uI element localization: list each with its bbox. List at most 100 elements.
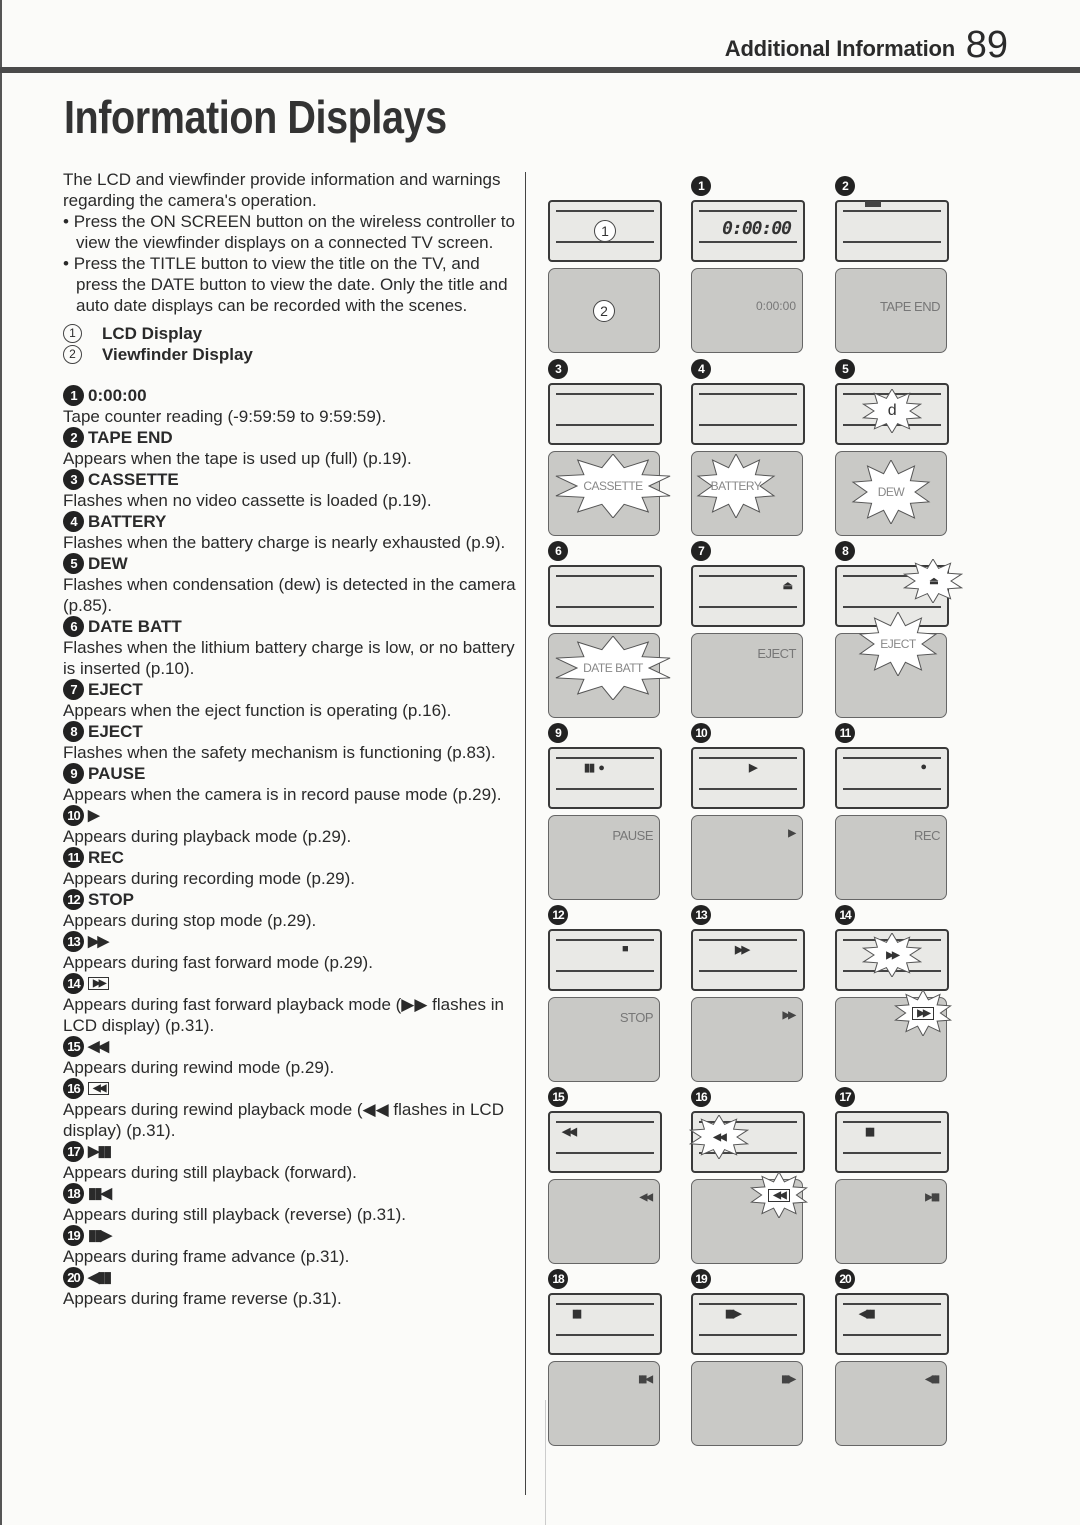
display-item-title: ◀◀	[88, 1038, 109, 1055]
lcd-panel: ▶▶	[691, 929, 805, 991]
flash-burst: d	[862, 389, 922, 433]
display-item-description: Appears during playback mode (p.29).	[63, 827, 352, 846]
number-badge-icon: 12	[548, 905, 568, 925]
number-badge-icon: 10	[63, 805, 84, 826]
viewfinder-panel: ◀▮▮	[835, 1361, 947, 1446]
display-item-title: ▶	[88, 807, 99, 824]
viewfinder-indicator: BATTERY	[696, 454, 776, 518]
text-column: The LCD and viewfinder provide informati…	[63, 169, 523, 1309]
lcd-symbol: ▶▶	[886, 949, 899, 961]
display-item-description: Appears during fast forward mode (p.29).	[63, 953, 373, 972]
display-item-title: BATTERY	[88, 512, 167, 531]
viewfinder-panel: STOP	[548, 997, 660, 1082]
legend-item-viewfinder: 2 Viewfinder Display	[63, 344, 523, 365]
diagram-cell: 14 ▶▶ ▶▶	[835, 905, 952, 1087]
viewfinder-symbol: ▶▶	[912, 1006, 934, 1020]
lcd-panel	[548, 565, 662, 627]
counter-readout: 0:00:00	[722, 218, 792, 239]
lcd-panel: 1	[548, 200, 662, 262]
viewfinder-text: EJECT	[757, 646, 796, 661]
number-badge-icon: 20	[63, 1267, 84, 1288]
viewfinder-panel: ▮▮◀	[548, 1361, 660, 1446]
lcd-line	[556, 788, 654, 790]
lcd-symbol: ▮▮	[572, 1308, 582, 1320]
lcd-symbol: ◀◀	[713, 1131, 726, 1143]
viewfinder-indicator: EJECT	[858, 612, 938, 676]
lcd-panel: d	[835, 383, 949, 445]
display-item-description: Flashes when the battery charge is nearl…	[63, 533, 506, 552]
number-badge-icon: 9	[63, 763, 84, 784]
viewfinder-panel: PAUSE	[548, 815, 660, 900]
page-number: 89	[965, 24, 1008, 66]
lcd-panel: ◀◀	[689, 1111, 805, 1173]
number-badge-icon: 7	[691, 541, 711, 561]
flash-burst: ⏏	[903, 559, 963, 603]
flash-burst: CASSETTE	[553, 454, 673, 518]
number-badge-icon: 7	[63, 679, 84, 700]
display-item-title: ▶▶	[88, 933, 109, 950]
number-badge-icon: 9	[548, 723, 568, 743]
viewfinder-text: DEW	[877, 485, 905, 499]
display-item-heading: 19 ▮▮▶	[63, 1225, 523, 1246]
bullet-text: Press the TITLE button to view the title…	[73, 254, 508, 315]
lcd-panel: ◀▮▮	[835, 1293, 949, 1355]
viewfinder-symbol: ▮▮◀	[638, 1374, 653, 1385]
viewfinder-panel: ▶▶	[691, 997, 803, 1082]
number-badge-icon: 1	[63, 385, 84, 406]
diagram-cell: 3 CASSETTE	[548, 359, 671, 541]
diagram-cell: 12 ■ STOP	[548, 905, 662, 1087]
display-item-heading: 18 ▮▮◀	[63, 1183, 523, 1204]
display-item-title: ▶▶	[88, 977, 110, 990]
viewfinder-text: REC	[914, 828, 940, 843]
display-item-description: Appears during frame advance (p.31).	[63, 1247, 350, 1266]
display-item-description: Flashes when no video cassette is loaded…	[63, 491, 432, 510]
display-item-list: 1 0:00:00 Tape counter reading (-9:59:59 t…	[63, 385, 523, 1309]
flash-burst: DATE BATT	[553, 636, 673, 700]
lcd-line	[699, 757, 797, 759]
diagram-legend-cell: 12	[548, 178, 662, 358]
viewfinder-symbol: ◀◀	[639, 1192, 653, 1203]
viewfinder-symbol: ▶▶	[782, 1010, 796, 1021]
lcd-indicator: ◀◀	[689, 1115, 749, 1159]
viewfinder-text: TAPE END	[879, 299, 941, 314]
display-item-description: Appears during stop mode (p.29).	[63, 911, 317, 930]
lcd-panel: ■	[548, 929, 662, 991]
lcd-line	[843, 1334, 941, 1336]
lcd-symbol: ●	[920, 761, 927, 773]
display-item-heading: 2 TAPE END	[63, 427, 523, 448]
display-item-heading: 11 REC	[63, 847, 523, 868]
intro-bullet: • Press the TITLE button to view the tit…	[63, 254, 508, 315]
viewfinder-panel: EJECT	[691, 633, 803, 718]
number-badge-icon: 4	[63, 511, 84, 532]
lcd-symbol: ▮▮ ●	[584, 762, 605, 774]
number-badge-icon: 2	[63, 427, 84, 448]
display-item-description: Appears during rewind playback mode (◀◀ …	[63, 1100, 504, 1140]
number-badge-icon: 18	[63, 1183, 84, 1204]
flash-burst: ◀◀	[689, 1115, 749, 1159]
lcd-line	[843, 1152, 941, 1154]
lcd-panel: ▮▮ ●	[548, 747, 662, 809]
number-badge-icon: 3	[548, 359, 568, 379]
lcd-line	[556, 757, 654, 759]
display-item-description: Tape counter reading (-9:59:59 to 9:59:5…	[63, 407, 387, 426]
number-badge-icon: 13	[63, 931, 84, 952]
viewfinder-indicator: DEW	[851, 460, 931, 524]
display-item-heading: 9 PAUSE	[63, 763, 523, 784]
lcd-line	[699, 606, 797, 608]
legend-label: Viewfinder Display	[102, 345, 253, 364]
display-item-heading: 1 0:00:00	[63, 385, 523, 406]
lcd-panel: 0:00:00	[691, 200, 805, 262]
display-item-title: PAUSE	[88, 764, 146, 783]
number-badge-icon: 20	[835, 1269, 855, 1289]
lcd-panel: ▮▮	[548, 1293, 662, 1355]
diagram-cell: 19 ▮▮▶ ▮▮▶	[691, 1269, 805, 1451]
viewfinder-text: DATE BATT	[583, 661, 643, 675]
display-item-description: Appears during fast forward playback mod…	[63, 995, 504, 1035]
flash-burst: EJECT	[858, 612, 938, 676]
display-item-title: ▮▮◀	[88, 1185, 112, 1202]
display-item-heading: 12 STOP	[63, 889, 523, 910]
number-badge-icon: 17	[835, 1087, 855, 1107]
viewfinder-indicator: ▶▶	[894, 990, 952, 1036]
viewfinder-panel: 2	[548, 268, 660, 353]
flash-burst: ▶▶	[894, 990, 952, 1036]
